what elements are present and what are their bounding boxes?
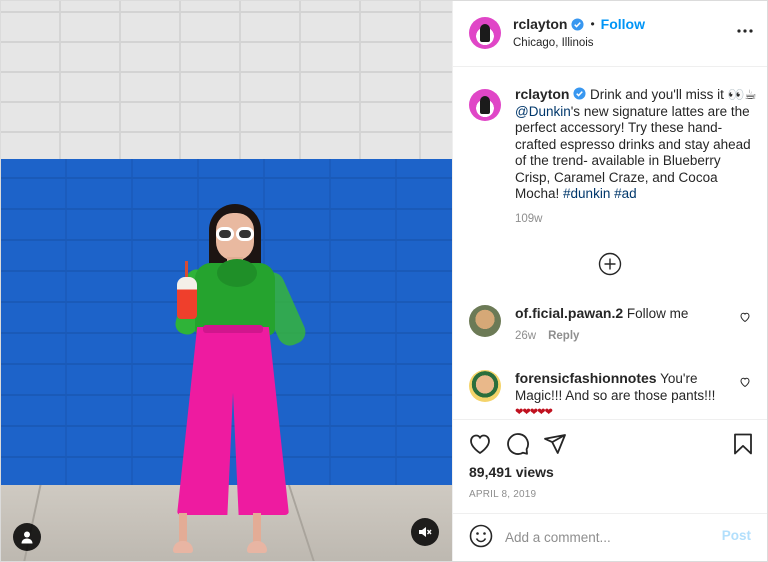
paper-plane-icon[interactable] xyxy=(543,432,567,456)
more-options-icon[interactable] xyxy=(735,23,755,39)
avatar[interactable] xyxy=(469,17,501,49)
hashtag-link[interactable]: #ad xyxy=(614,186,637,201)
heart-icon[interactable] xyxy=(739,311,751,323)
mute-icon xyxy=(419,527,432,537)
reply-button[interactable]: Reply xyxy=(548,330,579,342)
separator-dot: • xyxy=(590,17,595,31)
caption-timestamp: 109w xyxy=(515,212,543,225)
post-header: rclayton • Follow Chicago, Illinois xyxy=(453,1,767,67)
avatar[interactable] xyxy=(469,305,501,337)
verified-badge-icon xyxy=(571,17,585,31)
add-comment-bar: Post xyxy=(453,513,767,561)
comment-text: Follow me xyxy=(626,306,689,321)
caption-text: Drink and you'll miss it 👀☕ xyxy=(586,87,757,102)
woman-figure xyxy=(1,1,452,561)
avatar[interactable] xyxy=(469,89,501,121)
smiley-icon[interactable] xyxy=(469,524,493,548)
mention-link[interactable]: @Dunkin xyxy=(515,104,571,119)
mute-button[interactable] xyxy=(411,518,439,546)
comment-item: forensicfashionnotes You're Magic!!! And… xyxy=(469,370,759,421)
user-icon xyxy=(21,531,33,544)
comment-icon[interactable] xyxy=(506,432,530,456)
post-photo[interactable] xyxy=(1,1,452,561)
comment-username[interactable]: forensicfashionnotes xyxy=(515,370,657,386)
dunkin-cup xyxy=(177,277,197,319)
bookmark-icon[interactable] xyxy=(731,432,755,456)
comment-item: of.ficial.pawan.2 Follow me 26w Reply xyxy=(469,305,759,342)
post-caption: rclayton Drink and you'll miss it 👀☕ @Du… xyxy=(469,86,759,225)
post-sidebar: rclayton • Follow Chicago, Illinois rcla… xyxy=(452,1,767,561)
avatar[interactable] xyxy=(469,370,501,402)
comment-timestamp: 26w xyxy=(515,330,537,342)
views-count[interactable]: 89,491 views xyxy=(469,464,554,480)
tagged-user-button[interactable] xyxy=(13,523,41,551)
heart-icon[interactable] xyxy=(468,432,492,456)
hashtag-link[interactable]: #dunkin xyxy=(563,186,610,201)
heart-icon[interactable] xyxy=(739,376,751,388)
follow-button[interactable]: Follow xyxy=(601,16,645,32)
username-link[interactable]: rclayton xyxy=(513,16,567,32)
comment-username[interactable]: of.ficial.pawan.2 xyxy=(515,305,623,321)
location-link[interactable]: Chicago, Illinois xyxy=(513,37,594,49)
plus-circle-icon[interactable] xyxy=(598,252,622,276)
verified-badge-icon xyxy=(573,87,586,100)
comment-input[interactable] xyxy=(505,527,705,547)
action-bar: 89,491 views APRIL 8, 2019 xyxy=(453,419,767,505)
post-date: APRIL 8, 2019 xyxy=(469,489,537,500)
post-button[interactable]: Post xyxy=(722,528,751,543)
caption-username[interactable]: rclayton xyxy=(515,86,569,102)
